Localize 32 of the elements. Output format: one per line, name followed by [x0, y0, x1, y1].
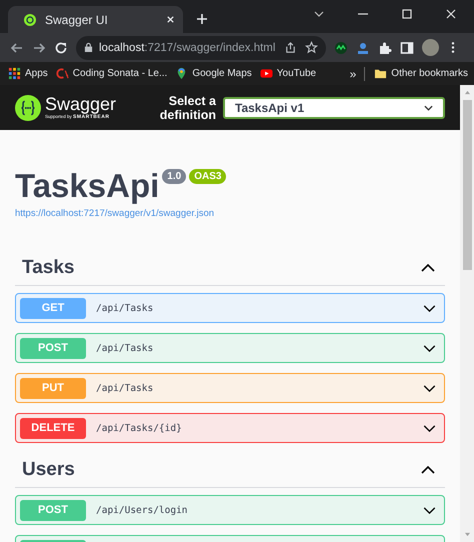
url-text: localhost:7217/swagger/index.html — [99, 42, 276, 54]
api-title: TasksApi — [15, 167, 160, 205]
bookmark[interactable]: YouTube — [260, 67, 316, 80]
endpoint-path: /api/Users/login — [96, 504, 188, 516]
oas-badge: OAS3 — [189, 169, 226, 184]
endpoint-row[interactable]: POST /api/Users/login — [15, 495, 445, 525]
bookmark[interactable]: Coding Sonata - Le... — [56, 67, 168, 80]
section-header[interactable]: Users — [15, 459, 445, 488]
section-header[interactable]: Tasks — [15, 257, 445, 286]
more-bookmarks-button[interactable]: » — [350, 66, 356, 80]
method-badge: PUT — [20, 378, 86, 398]
endpoint-path: /api/Tasks — [96, 302, 154, 314]
endpoint-path: /api/Tasks — [96, 382, 154, 394]
version-badge: 1.0 — [162, 169, 186, 184]
logo-text: Swagger — [45, 95, 116, 114]
endpoint-row[interactable]: GET /api/Tasks — [15, 293, 445, 323]
endpoint-row[interactable]: PUT /api/Tasks — [15, 373, 445, 403]
method-badge: DELETE — [20, 418, 86, 438]
address-bar[interactable]: localhost:7217/swagger/index.html — [76, 36, 326, 60]
bookmark-folder[interactable]: Other bookmarks — [374, 67, 468, 80]
endpoint-row[interactable]: DELETE /api/Tasks/{id} — [15, 413, 445, 443]
method-badge: GET — [20, 298, 86, 318]
endpoint-path: /api/Tasks/{id} — [96, 422, 182, 434]
endpoint-row[interactable]: POST /api/Tasks — [15, 333, 445, 363]
select-label: Select a definition — [158, 94, 216, 122]
bookmark[interactable]: Google Maps — [175, 67, 252, 80]
endpoint-path: /api/Tasks — [96, 342, 154, 354]
bookmark[interactable]: Apps — [8, 67, 48, 80]
browser-tab[interactable]: Swagger UI — [8, 6, 183, 33]
definition-dropdown[interactable]: TasksApi v1 — [223, 96, 445, 118]
method-badge: POST — [20, 500, 86, 520]
method-badge: POST — [20, 338, 86, 358]
